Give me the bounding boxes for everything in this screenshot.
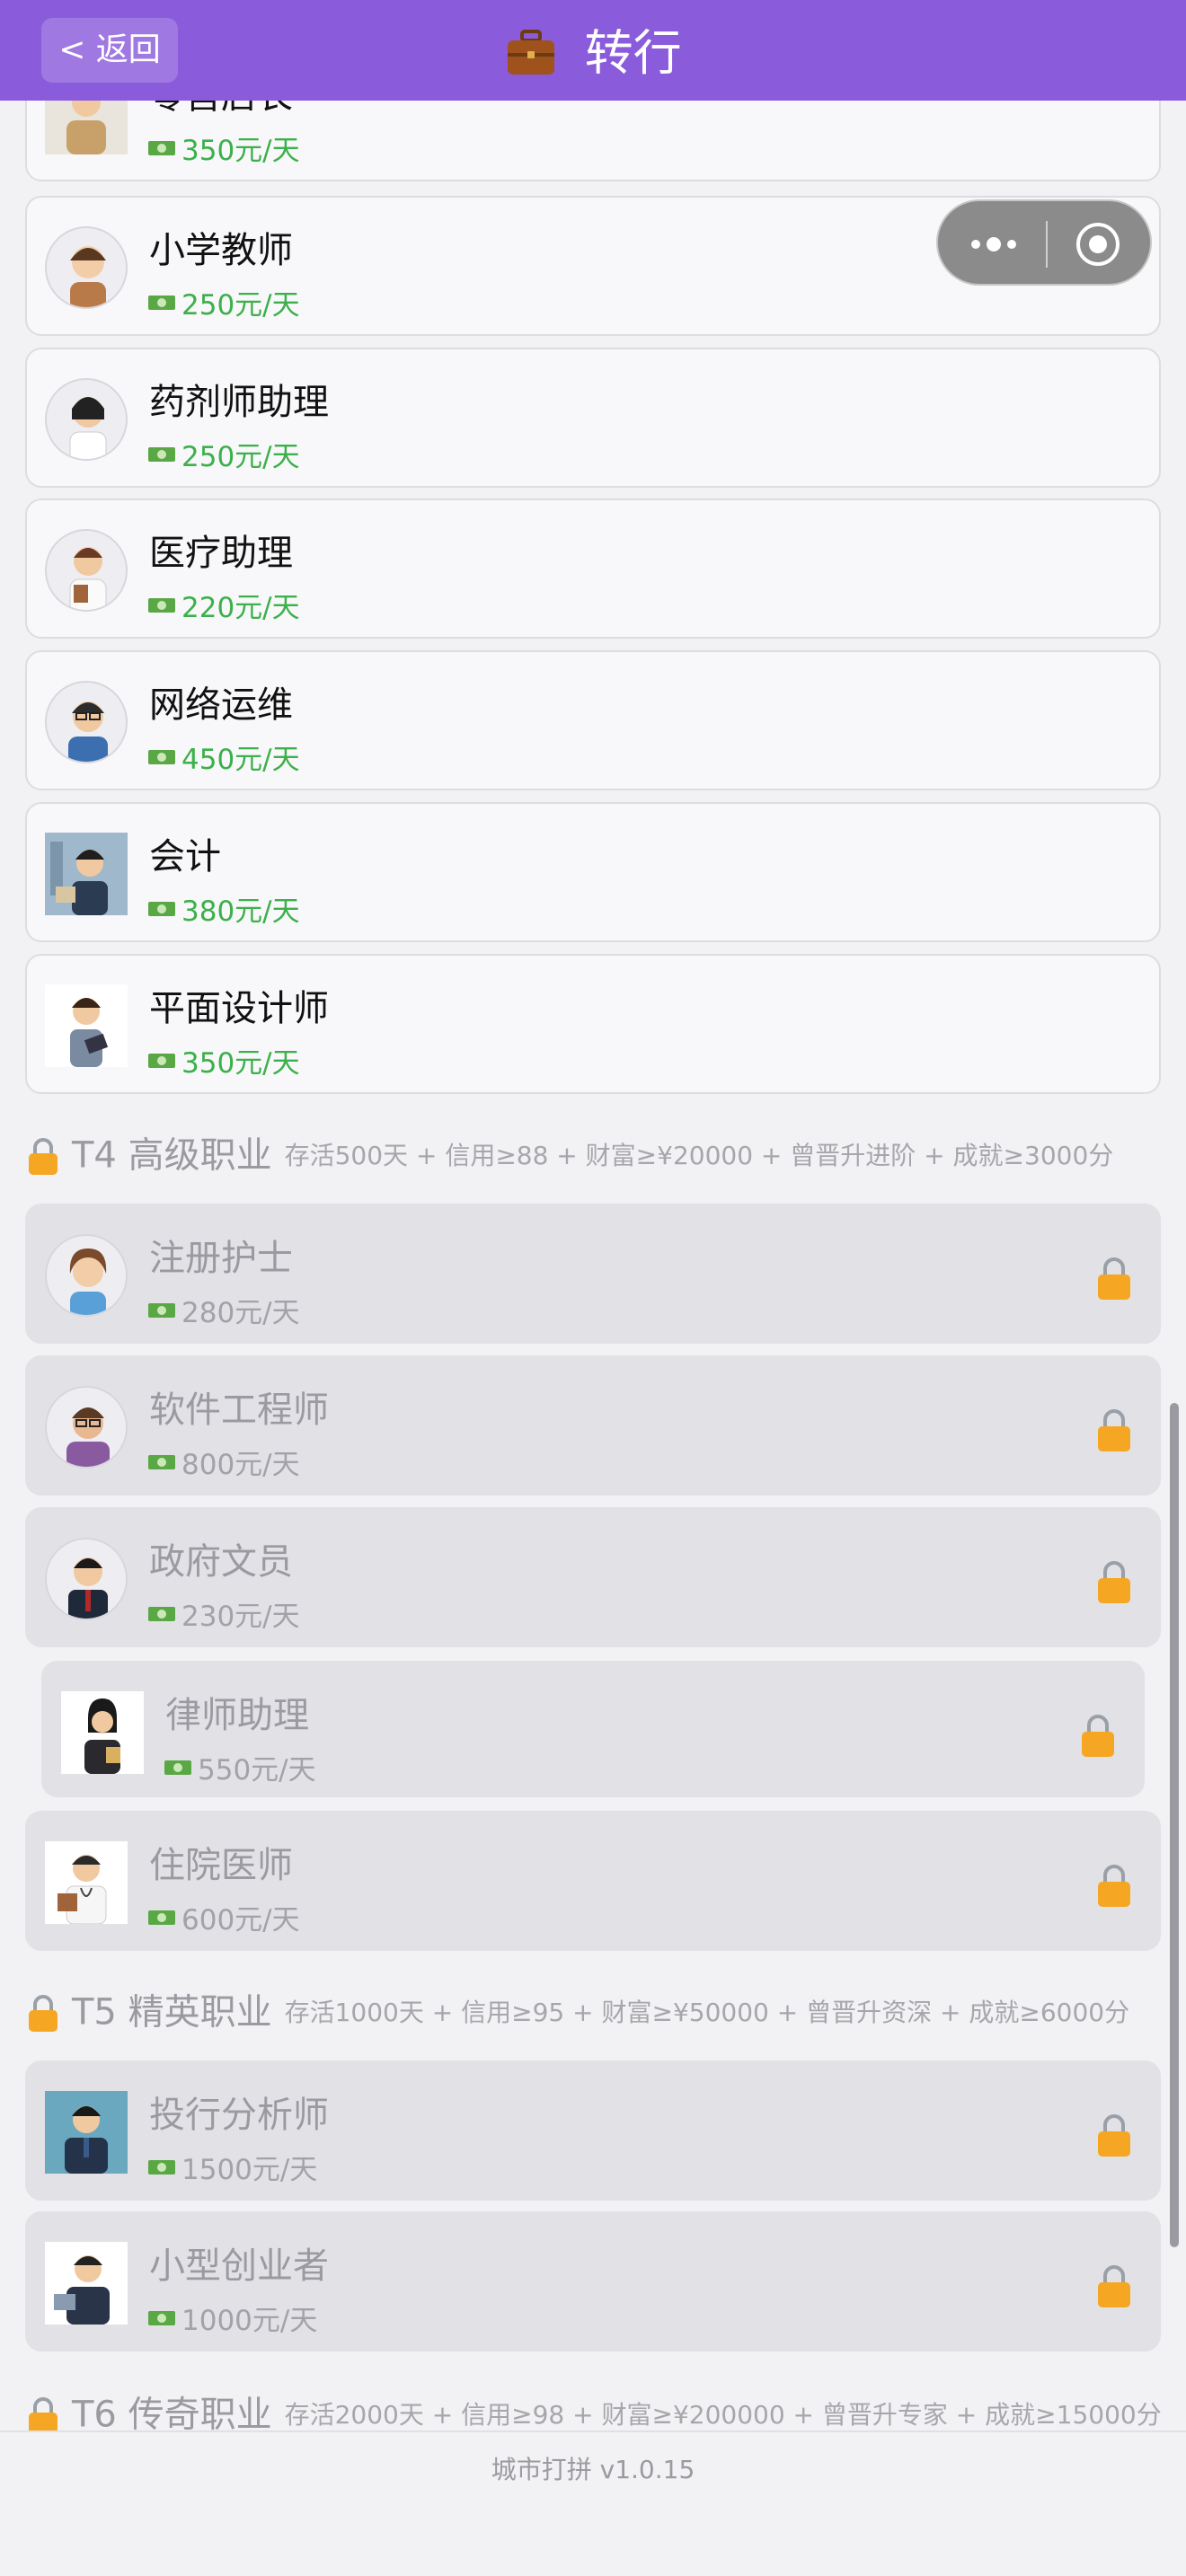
job-salary: 280元/天 (147, 1290, 300, 1330)
lock-icon (1098, 1409, 1130, 1451)
capsule-divider (1046, 221, 1048, 268)
job-card[interactable]: 平面设计师 350元/天 (25, 954, 1161, 1094)
cash-icon (148, 140, 175, 155)
page-title: 转行 (584, 24, 682, 82)
job-card-locked[interactable]: 注册护士 280元/天 (25, 1204, 1161, 1344)
government-clerk-avatar-icon (45, 1538, 128, 1620)
job-card[interactable]: 会计 380元/天 (25, 802, 1161, 942)
pharmacist-avatar-icon (45, 378, 128, 461)
network-ops-avatar-icon (45, 681, 128, 763)
job-salary: 800元/天 (147, 1442, 300, 1482)
designer-avatar-icon (45, 984, 128, 1067)
job-salary: 220元/天 (147, 585, 300, 625)
nurse-avatar-icon (45, 1234, 128, 1317)
job-name: 律师助理 (165, 1695, 309, 1736)
tier-header: T5 精英职业 存活1000天 + 信用≥95 + 财富≥¥50000 + 曾晋升… (27, 1985, 1129, 2039)
job-card[interactable]: 医疗助理 220元/天 (25, 498, 1161, 639)
scrollbar[interactable] (1170, 1403, 1179, 2247)
teacher-avatar-icon (45, 226, 128, 309)
job-salary: 450元/天 (147, 737, 300, 777)
medical-assistant-avatar-icon (45, 529, 128, 612)
accountant-avatar-icon (45, 833, 128, 915)
briefcase-icon (508, 30, 555, 75)
job-card-locked[interactable]: 小型创业者 1000元/天 (25, 2211, 1161, 2351)
investment-analyst-avatar-icon (45, 2091, 128, 2174)
job-salary: 350元/天 (147, 128, 300, 168)
entrepreneur-avatar-icon (45, 2242, 128, 2325)
lock-icon (1098, 1865, 1130, 1907)
job-salary: 550元/天 (164, 1747, 316, 1787)
job-name: 政府文员 (149, 1541, 293, 1583)
job-name: 注册护士 (149, 1238, 293, 1279)
job-card-locked[interactable]: 律师助理 550元/天 (41, 1661, 1145, 1797)
cash-icon (148, 1606, 175, 1621)
job-name: 投行分析师 (149, 2095, 329, 2136)
cash-icon (148, 1053, 175, 1068)
job-card-locked[interactable]: 政府文员 230元/天 (25, 1507, 1161, 1647)
cash-icon (148, 295, 175, 310)
job-name: 小学教师 (149, 230, 293, 271)
job-name: 医疗助理 (149, 533, 293, 574)
resident-doctor-avatar-icon (45, 1841, 128, 1924)
cash-icon (148, 2310, 175, 2325)
job-name: 小型创业者 (149, 2245, 329, 2287)
lock-icon (1098, 1257, 1130, 1300)
job-card-locked[interactable]: 住院医师 600元/天 (25, 1811, 1161, 1951)
job-card-locked[interactable]: 软件工程师 800元/天 (25, 1355, 1161, 1495)
job-salary: 600元/天 (147, 1897, 300, 1937)
lock-icon (1098, 1561, 1130, 1603)
close-miniprogram-icon[interactable] (1075, 221, 1121, 268)
miniprogram-capsule (936, 199, 1152, 286)
more-options-icon[interactable] (967, 232, 1021, 257)
job-card-locked[interactable]: 投行分析师 1500元/天 (25, 2060, 1161, 2201)
cash-icon (148, 749, 175, 764)
cash-icon (148, 446, 175, 462)
job-card[interactable]: 药剂师助理 250元/天 (25, 348, 1161, 488)
job-salary: 1000元/天 (147, 2298, 317, 2338)
version-label: 城市打拼 v1.0.15 (491, 2455, 695, 2484)
lock-icon (29, 2396, 58, 2434)
cash-icon (148, 901, 175, 916)
lock-icon (29, 1994, 58, 2032)
cash-icon (148, 2159, 175, 2175)
job-name: 住院医师 (149, 1845, 293, 1886)
job-salary: 350元/天 (147, 1040, 300, 1081)
job-salary: 1500元/天 (147, 2147, 317, 2187)
job-salary: 380元/天 (147, 888, 300, 929)
lock-icon (1082, 1715, 1114, 1757)
lock-icon (1098, 2114, 1130, 2157)
cash-icon (148, 1910, 175, 1925)
top-bar: < 返回 转行 (0, 0, 1186, 101)
cash-icon (164, 1760, 191, 1775)
page-title-wrap: 转行 (0, 16, 1186, 84)
job-name: 网络运维 (149, 684, 293, 726)
job-salary: 230元/天 (147, 1593, 300, 1634)
job-salary: 250元/天 (147, 434, 300, 474)
cash-icon (148, 1302, 175, 1318)
job-name: 会计 (149, 836, 221, 878)
lock-icon (29, 1137, 58, 1175)
job-card[interactable]: 网络运维 450元/天 (25, 650, 1161, 790)
tier-header: T4 高级职业 存活500天 + 信用≥88 + 财富≥¥20000 + 曾晋升进… (27, 1128, 1113, 1182)
job-salary: 250元/天 (147, 282, 300, 322)
job-name: 平面设计师 (149, 988, 329, 1029)
cash-icon (148, 597, 175, 613)
job-name: 软件工程师 (149, 1389, 329, 1431)
lock-icon (1098, 2265, 1130, 2307)
job-name: 药剂师助理 (149, 382, 329, 423)
software-engineer-avatar-icon (45, 1386, 128, 1469)
paralegal-avatar-icon (61, 1691, 144, 1774)
cash-icon (148, 1454, 175, 1469)
footer: 城市打拼 v1.0.15 (0, 2430, 1186, 2576)
